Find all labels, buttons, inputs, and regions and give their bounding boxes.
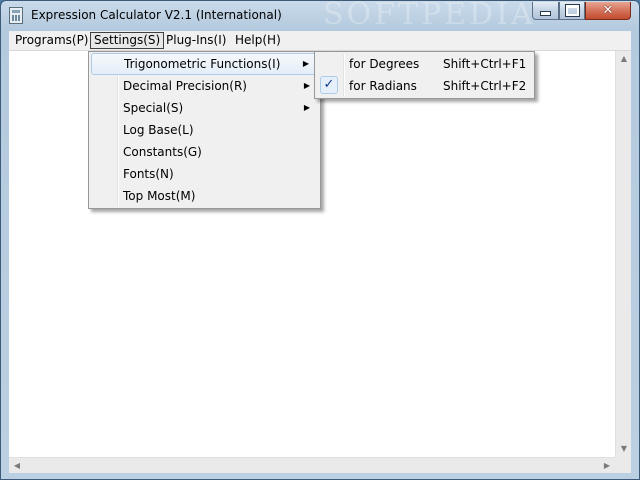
vertical-scrollbar[interactable]: ▲ ▼ <box>615 51 631 457</box>
menu-item-trigonometric-functions[interactable]: Trigonometric Functions(I) ▶ <box>91 53 318 75</box>
menu-item-fonts[interactable]: Fonts(N) <box>91 163 318 185</box>
submenu-arrow-icon: ▶ <box>303 81 310 90</box>
submenu-arrow-icon: ▶ <box>302 59 309 68</box>
menu-item-label: Log Base(L) <box>123 123 194 137</box>
calculator-app-icon[interactable] <box>9 7 23 24</box>
submenu-arrow-icon: ▶ <box>303 103 310 112</box>
menu-item-shortcut: Shift+Ctrl+F1 <box>443 57 527 71</box>
scroll-right-icon[interactable]: ▶ <box>599 458 615 474</box>
menu-bar: Programs(P) Settings(S) Plug-Ins(I) Help… <box>9 31 631 51</box>
minimize-icon <box>540 11 551 16</box>
menu-item-label: for Radians <box>349 79 417 93</box>
menu-item-special[interactable]: Special(S) ▶ <box>91 97 318 119</box>
menu-item-top-most[interactable]: Top Most(M) <box>91 185 318 207</box>
menu-item-label: Trigonometric Functions(I) <box>124 57 281 71</box>
trigonometric-submenu: for Degrees Shift+Ctrl+F1 ✓ for Radians … <box>314 51 535 99</box>
size-grip[interactable] <box>615 457 631 473</box>
scroll-up-icon[interactable]: ▲ <box>616 51 632 67</box>
menu-item-for-radians[interactable]: ✓ for Radians Shift+Ctrl+F2 <box>317 75 532 97</box>
title-bar[interactable]: Expression Calculator V2.1 (Internationa… <box>1 0 639 32</box>
menu-item-shortcut: Shift+Ctrl+F2 <box>443 79 527 93</box>
menu-item-label: Fonts(N) <box>123 167 174 181</box>
scroll-down-icon[interactable]: ▼ <box>616 441 632 457</box>
menu-programs[interactable]: Programs(P) <box>15 32 88 49</box>
close-button[interactable]: ✕ <box>585 2 631 20</box>
menu-item-label: Top Most(M) <box>123 189 196 203</box>
menu-item-label: Constants(G) <box>123 145 202 159</box>
horizontal-scrollbar[interactable]: ◀ ▶ <box>9 457 615 473</box>
menu-item-for-degrees[interactable]: for Degrees Shift+Ctrl+F1 <box>317 53 532 75</box>
window-title: Expression Calculator V2.1 (Internationa… <box>31 8 282 22</box>
maximize-button[interactable] <box>559 2 585 20</box>
scroll-left-icon[interactable]: ◀ <box>9 458 25 474</box>
menu-item-label: Special(S) <box>123 101 184 115</box>
menu-settings[interactable]: Settings(S) <box>90 32 165 49</box>
menu-item-log-base[interactable]: Log Base(L) <box>91 119 318 141</box>
menu-item-label: Decimal Precision(R) <box>123 79 247 93</box>
menu-item-decimal-precision[interactable]: Decimal Precision(R) ▶ <box>91 75 318 97</box>
watermark: SOFTPEDIA <box>323 0 536 32</box>
close-icon: ✕ <box>602 3 614 18</box>
maximize-icon <box>564 4 580 17</box>
settings-menu: Trigonometric Functions(I) ▶ Decimal Pre… <box>88 51 321 209</box>
menu-item-label: for Degrees <box>349 57 420 71</box>
menu-item-constants[interactable]: Constants(G) <box>91 141 318 163</box>
menu-help[interactable]: Help(H) <box>235 32 281 49</box>
menu-plug-ins[interactable]: Plug-Ins(I) <box>166 32 226 49</box>
minimize-button[interactable] <box>532 2 559 20</box>
check-icon: ✓ <box>320 76 338 94</box>
